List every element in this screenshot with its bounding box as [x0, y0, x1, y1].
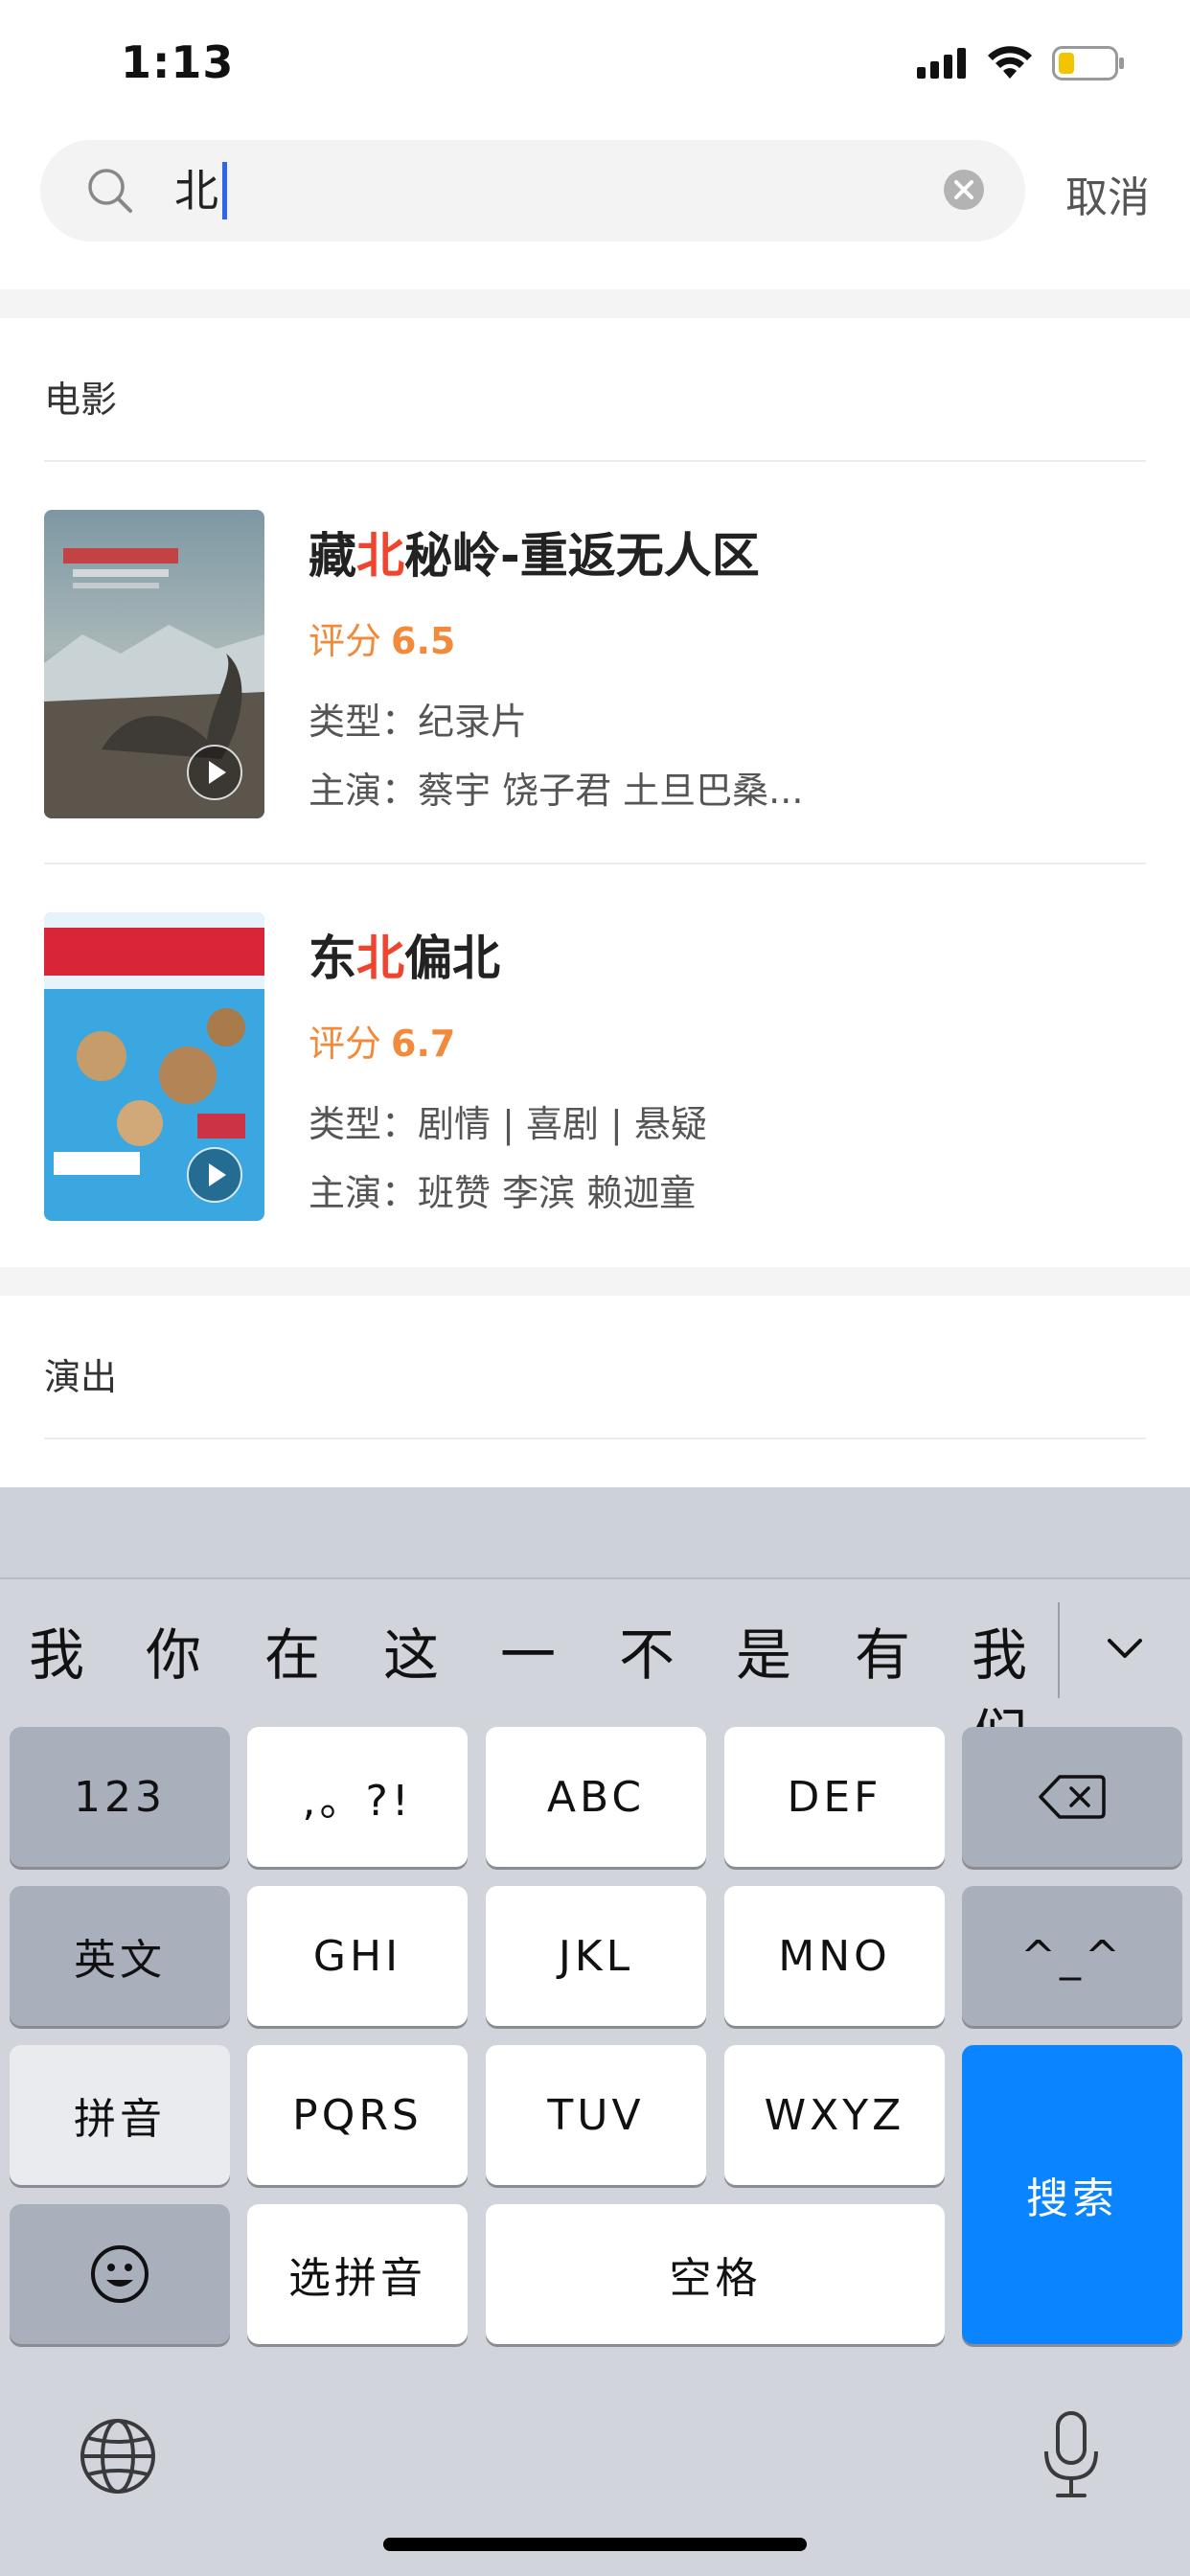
text-caret: [222, 162, 227, 219]
key-punctuation[interactable]: ,。?!: [247, 1727, 468, 1867]
key-select-pinyin[interactable]: 选拼音: [247, 2204, 468, 2344]
candidate-word[interactable]: 我: [29, 1610, 84, 1690]
microphone-icon[interactable]: [1041, 2409, 1102, 2501]
key-tuv[interactable]: TUV: [486, 2045, 706, 2185]
candidate-word[interactable]: 有: [855, 1610, 910, 1690]
space-key[interactable]: 空格: [486, 2204, 945, 2344]
globe-icon[interactable]: [79, 2417, 157, 2496]
divider: [1058, 1602, 1060, 1698]
movie-item[interactable]: 东北偏北 评分 6.7 类型：剧情 | 喜剧 | 悬疑 主演：班赞 李滨 赖迦童: [44, 912, 1146, 1223]
candidate-word[interactable]: 不: [619, 1610, 675, 1690]
key-pqrs[interactable]: PQRS: [247, 2045, 468, 2185]
search-key[interactable]: 搜索: [962, 2045, 1182, 2344]
divider: [44, 460, 1146, 462]
candidate-bar: 我 你 在 这 一 不 是 有 我们: [0, 1610, 1064, 1768]
movie-title: 藏北秘岭-重返无人区: [309, 528, 760, 584]
section-title-shows: 演出: [44, 1356, 118, 1398]
backspace-key[interactable]: [962, 1727, 1182, 1867]
wifi-icon: [988, 46, 1032, 79]
battery-icon: [1052, 46, 1124, 80]
candidate-word[interactable]: 在: [264, 1610, 320, 1690]
key-abc[interactable]: ABC: [486, 1727, 706, 1867]
key-wxyz[interactable]: WXYZ: [724, 2045, 945, 2185]
keyboard-accessory-area: [0, 1487, 1190, 1579]
movie-cast: 主演：蔡宇 饶子君 土旦巴桑...: [309, 770, 804, 812]
candidate-word[interactable]: 一: [500, 1610, 556, 1690]
key-jkl[interactable]: JKL: [486, 1886, 706, 2026]
movie-rating: 评分 6.7: [309, 1023, 456, 1065]
divider: [44, 1438, 1146, 1439]
play-icon[interactable]: [186, 744, 243, 801]
movie-genre: 类型：纪录片: [309, 701, 528, 743]
section-title-movies: 电影: [44, 379, 118, 421]
key-def[interactable]: DEF: [724, 1727, 945, 1867]
candidate-word[interactable]: 是: [736, 1610, 791, 1690]
chevron-down-icon[interactable]: [1106, 1629, 1144, 1668]
status-bar: 1:13: [0, 0, 1190, 126]
candidate-word[interactable]: 这: [383, 1610, 439, 1690]
home-indicator: [383, 2538, 807, 2551]
search-input[interactable]: 北: [174, 161, 845, 220]
movie-rating: 评分 6.5: [309, 620, 456, 662]
movie-item[interactable]: 藏北秘岭-重返无人区 评分 6.5 类型：纪录片 主演：蔡宇 饶子君 土旦巴桑..…: [44, 510, 1146, 820]
keyboard: 我 你 在 这 一 不 是 有 我们 123 ,。?! ABC DEF 英文 G…: [0, 1487, 1190, 2576]
candidate-word[interactable]: 你: [146, 1610, 201, 1690]
cancel-button[interactable]: 取消: [1065, 163, 1150, 224]
play-icon[interactable]: [186, 1146, 243, 1204]
key-english[interactable]: 英文: [10, 1886, 230, 2026]
divider: [0, 1577, 1190, 1579]
smiley-icon: [91, 2245, 149, 2303]
cellular-signal-icon: [917, 48, 966, 79]
key-ghi[interactable]: GHI: [247, 1886, 468, 2026]
key-123[interactable]: 123: [10, 1727, 230, 1867]
search-box[interactable]: 北: [40, 140, 1025, 242]
divider: [44, 862, 1146, 864]
section-separator: [0, 1267, 1190, 1296]
section-separator: [0, 289, 1190, 318]
search-query-text: 北: [174, 165, 218, 217]
movie-cast: 主演：班赞 李滨 赖迦童: [309, 1172, 697, 1214]
movie-title: 东北偏北: [309, 931, 500, 986]
clear-search-icon[interactable]: [943, 169, 985, 211]
status-time: 1:13: [121, 36, 235, 88]
backspace-icon: [1039, 1775, 1106, 1819]
movie-genre: 类型：剧情 | 喜剧 | 悬疑: [309, 1103, 707, 1145]
emoji-key[interactable]: [10, 2204, 230, 2344]
key-emoticon[interactable]: ^_^: [962, 1886, 1182, 2026]
movie-poster[interactable]: [44, 510, 264, 818]
movie-poster[interactable]: [44, 912, 264, 1221]
key-mno[interactable]: MNO: [724, 1886, 945, 2026]
search-icon: [88, 169, 132, 213]
key-pinyin[interactable]: 拼音: [10, 2045, 230, 2185]
